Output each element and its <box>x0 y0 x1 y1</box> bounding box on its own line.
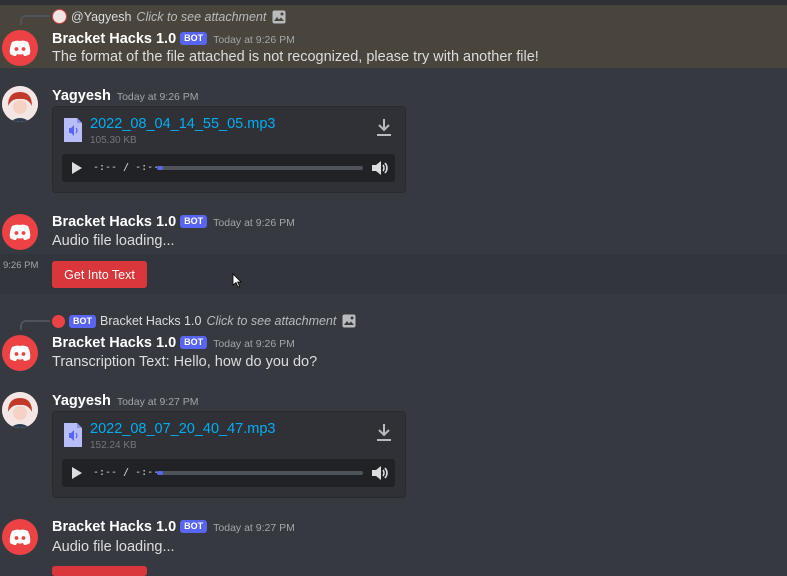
audio-player: -:-- / -:-- <box>62 459 395 487</box>
reply-author[interactable]: @Yagyesh <box>71 10 131 24</box>
author-row: Bracket Hacks 1.0 BOT Today at 9:26 PM <box>52 214 295 230</box>
audio-progress[interactable] <box>157 166 363 170</box>
bot-badge: BOT <box>180 336 208 349</box>
discord-logo-icon <box>9 529 31 545</box>
file-link[interactable]: 2022_08_04_14_55_05.mp3 <box>90 116 275 132</box>
audio-file-icon <box>64 118 82 142</box>
user-avatar-art <box>2 86 38 122</box>
volume-icon[interactable] <box>371 160 389 176</box>
file-link[interactable]: 2022_08_07_20_40_47.mp3 <box>90 421 275 437</box>
message-user-audio: Yagyesh Today at 9:27 PM 2022_08_07_20_40… <box>0 386 787 506</box>
timestamp: Today at 9:27 PM <box>116 396 199 408</box>
author-name[interactable]: Bracket Hacks 1.0 <box>52 31 176 47</box>
bot-avatar[interactable] <box>2 335 38 371</box>
download-icon[interactable] <box>375 422 393 442</box>
reply-author[interactable]: Bracket Hacks 1.0 <box>100 314 201 328</box>
author-row: Bracket Hacks 1.0 BOT Today at 9:27 PM <box>52 519 295 535</box>
message-user-audio: Yagyesh Today at 9:26 PM 2022_08_04_14_55… <box>0 80 787 200</box>
timestamp: Today at 9:26 PM <box>213 217 295 229</box>
message-text: Audio file loading... <box>52 233 175 249</box>
file-size: 105.30 KB <box>90 135 137 146</box>
yagyesh-mini-avatar <box>52 9 67 24</box>
audio-time: -:-- / -:-- <box>93 467 160 478</box>
reply-spine <box>20 320 50 330</box>
audio-progress[interactable] <box>157 471 363 475</box>
user-avatar-art <box>2 392 38 428</box>
bot-mini-avatar <box>52 314 65 328</box>
timestamp: Today at 9:27 PM <box>213 522 295 534</box>
mouse-cursor-icon <box>232 273 242 288</box>
hover-timestamp: 9:26 PM <box>3 260 39 271</box>
discord-logo-icon <box>9 224 31 240</box>
timestamp: Today at 9:26 PM <box>213 34 295 46</box>
message-text: Audio file loading... <box>52 539 175 555</box>
image-icon <box>342 314 356 328</box>
message-bot-transcription: BOT Bracket Hacks 1.0 Click to see attac… <box>0 310 787 380</box>
bot-avatar[interactable] <box>2 214 38 250</box>
volume-icon[interactable] <box>371 465 389 481</box>
audio-attachment: 2022_08_04_14_55_05.mp3 105.30 KB -:-- /… <box>52 106 406 193</box>
get-into-text-button-partial[interactable] <box>52 566 147 576</box>
audio-attachment: 2022_08_07_20_40_47.mp3 152.24 KB -:-- /… <box>52 411 406 498</box>
message-text: Transcription Text: Hello, how do you do… <box>52 354 318 370</box>
reply-spine <box>20 15 50 25</box>
discord-logo-icon <box>9 40 31 56</box>
file-size: 152.24 KB <box>90 440 137 451</box>
bot-badge: BOT <box>180 520 208 533</box>
user-avatar[interactable] <box>2 392 38 428</box>
message-hover-row: 9:26 PM Get Into Text <box>0 254 787 294</box>
reply-reference[interactable]: @Yagyesh Click to see attachment <box>52 9 286 24</box>
timestamp: Today at 9:26 PM <box>116 91 199 103</box>
author-name[interactable]: Yagyesh <box>52 88 111 104</box>
audio-time: -:-- / -:-- <box>93 162 160 173</box>
reply-reference[interactable]: BOT Bracket Hacks 1.0 Click to see attac… <box>52 314 356 328</box>
author-row: Bracket Hacks 1.0 BOT Today at 9:26 PM <box>52 335 295 351</box>
user-avatar[interactable] <box>2 86 38 122</box>
audio-file-icon <box>64 423 82 447</box>
play-icon[interactable] <box>71 467 83 479</box>
author-name[interactable]: Yagyesh <box>52 393 111 409</box>
author-name[interactable]: Bracket Hacks 1.0 <box>52 335 176 351</box>
author-name[interactable]: Bracket Hacks 1.0 <box>52 519 176 535</box>
bot-avatar[interactable] <box>2 30 38 66</box>
author-row: Bracket Hacks 1.0 BOT Today at 9:26 PM <box>52 31 295 47</box>
message-bot-loading: Bracket Hacks 1.0 BOT Today at 9:27 PM Aud… <box>0 515 787 576</box>
timestamp: Today at 9:26 PM <box>213 338 295 350</box>
message-bot-loading: Bracket Hacks 1.0 BOT Today at 9:26 PM Aud… <box>0 210 787 254</box>
bot-badge: BOT <box>69 314 96 328</box>
author-row: Yagyesh Today at 9:26 PM <box>52 88 199 104</box>
image-icon <box>272 10 286 23</box>
reply-text[interactable]: Click to see attachment <box>206 314 336 328</box>
bot-badge: BOT <box>180 32 208 45</box>
bot-avatar[interactable] <box>2 519 38 555</box>
play-icon[interactable] <box>71 162 83 174</box>
audio-player: -:-- / -:-- <box>62 154 395 182</box>
download-icon[interactable] <box>375 117 393 137</box>
reply-text[interactable]: Click to see attachment <box>136 10 266 24</box>
author-row: Yagyesh Today at 9:27 PM <box>52 393 199 409</box>
discord-logo-icon <box>9 345 31 361</box>
message-text: The format of the file attached is not r… <box>52 49 539 65</box>
bot-badge: BOT <box>180 215 208 228</box>
get-into-text-button[interactable]: Get Into Text <box>52 261 147 288</box>
message-bot-reply: @Yagyesh Click to see attachment Bracket… <box>0 5 787 68</box>
author-name[interactable]: Bracket Hacks 1.0 <box>52 214 176 230</box>
